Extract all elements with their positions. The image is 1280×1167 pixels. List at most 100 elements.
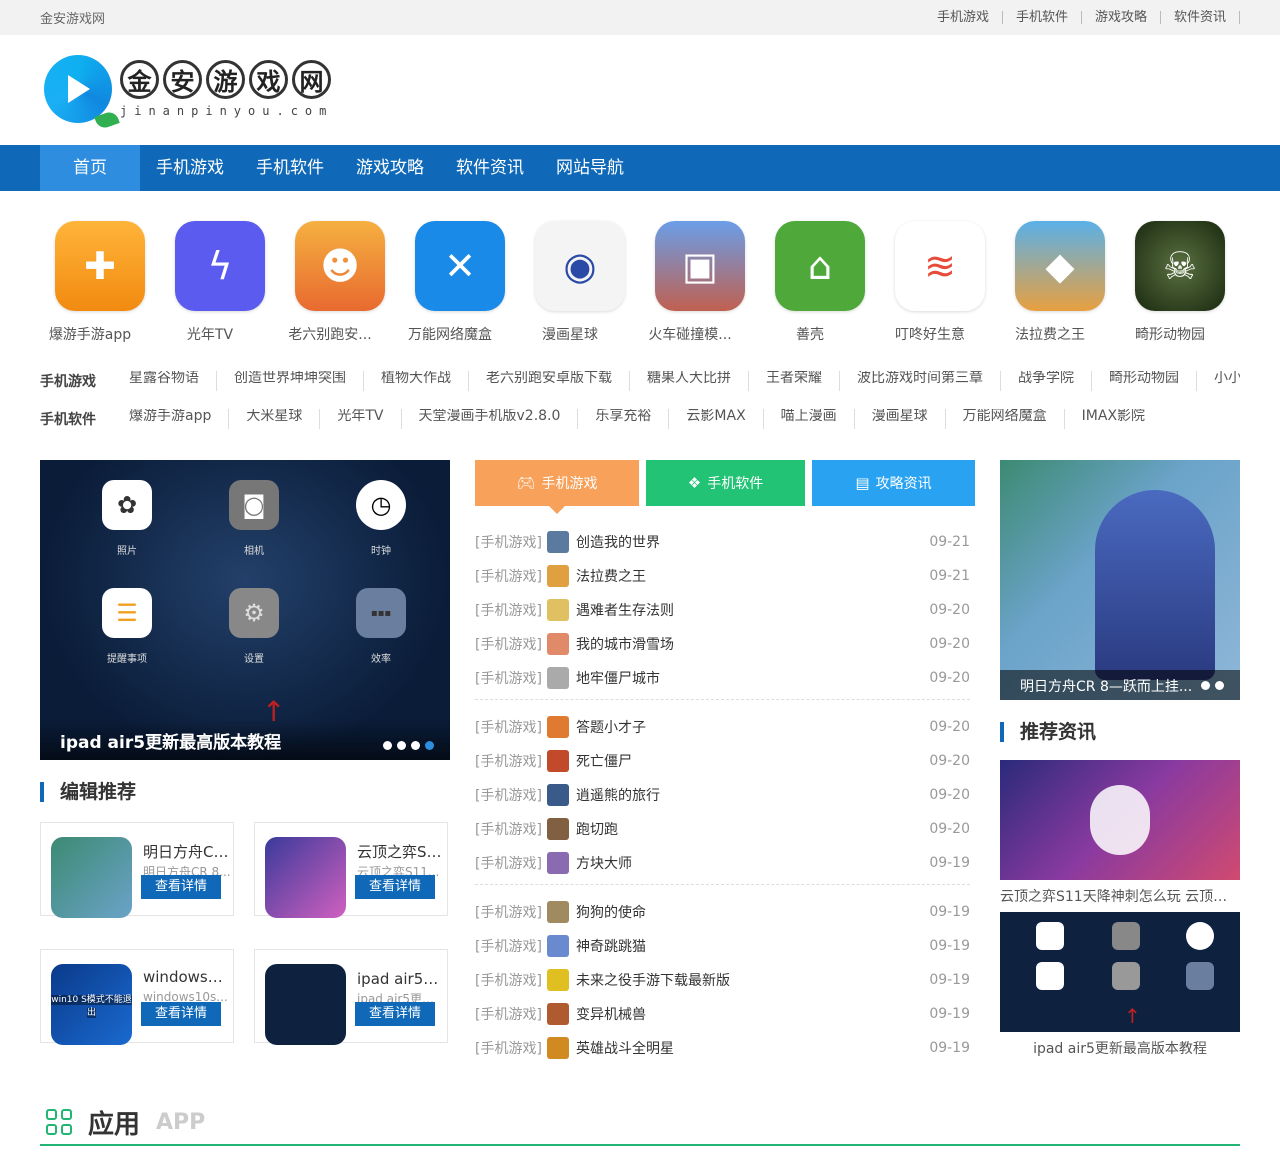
news-category[interactable]: [手机游戏] [475, 1038, 547, 1058]
news-title[interactable]: 死亡僵尸 [576, 751, 929, 771]
article-caption[interactable]: ipad air5更新最高版本教程 [1000, 1038, 1240, 1058]
tag-link[interactable]: 万能网络魔盒 [944, 409, 1064, 429]
tag-link[interactable]: 战争学院 [1000, 371, 1091, 391]
news-row[interactable]: [手机游戏] 跑切跑 09-20 [475, 812, 970, 846]
news-title[interactable]: 神奇跳跳猫 [576, 936, 929, 956]
editor-pick-card[interactable]: win10 S模式不能退出 windows10... windows10s...… [40, 949, 234, 1045]
news-title[interactable]: 我的城市滑雪场 [576, 634, 929, 654]
news-category[interactable]: [手机游戏] [475, 785, 547, 805]
news-row[interactable]: [手机游戏] 法拉费之王 09-21 [475, 559, 970, 593]
main-banner[interactable]: ✿ 照片 ◙ 相机 ◷ 时钟 ☰ 提醒事项 ⚙ 设置 ▪▪▪ 效率 ↑ ipad… [40, 460, 450, 760]
app-item[interactable]: ◉ 漫画星球 [520, 221, 640, 344]
news-row[interactable]: [手机游戏] 未来之役手游下载最新版 09-19 [475, 963, 970, 997]
news-title[interactable]: 遇难者生存法则 [576, 600, 929, 620]
news-row[interactable]: [手机游戏] 死亡僵尸 09-20 [475, 744, 970, 778]
article-image[interactable]: ↑ [1000, 912, 1240, 1032]
news-category[interactable]: [手机游戏] [475, 853, 547, 873]
app-item[interactable]: ☠ 畸形动物园 [1120, 221, 1240, 344]
news-category[interactable]: [手机游戏] [475, 532, 547, 552]
news-row[interactable]: [手机游戏] 狗狗的使命 09-19 [475, 895, 970, 929]
top-link-software[interactable]: 手机软件 [1003, 11, 1082, 24]
news-title[interactable]: 狗狗的使命 [576, 902, 929, 922]
nav-mobile-games[interactable]: 手机游戏 [140, 145, 240, 191]
app-item[interactable]: ◆ 法拉费之王 [1000, 221, 1120, 344]
app-item[interactable]: ≋ 叮咚好生意 [880, 221, 1000, 344]
news-category[interactable]: [手机游戏] [475, 936, 547, 956]
news-category[interactable]: [手机游戏] [475, 970, 547, 990]
view-details-button[interactable]: 查看详情 [355, 875, 435, 899]
news-title[interactable]: 法拉费之王 [576, 566, 929, 586]
tag-link[interactable]: 云影MAX [668, 409, 762, 429]
tag-link[interactable]: 乐享充裕 [577, 409, 668, 429]
tag-link[interactable]: 星露谷物语 [112, 371, 216, 391]
nav-mobile-software[interactable]: 手机软件 [240, 145, 340, 191]
news-category[interactable]: [手机游戏] [475, 566, 547, 586]
tag-link[interactable]: 糖果人大比拼 [629, 371, 748, 391]
news-row[interactable]: [手机游戏] 神奇跳跳猫 09-19 [475, 929, 970, 963]
top-link-games[interactable]: 手机游戏 [924, 11, 1003, 24]
tag-link[interactable]: 喵上漫画 [762, 409, 854, 429]
news-category[interactable]: [手机游戏] [475, 902, 547, 922]
tab-mobile-games[interactable]: 🎮︎ 手机游戏 [475, 460, 639, 514]
news-category[interactable]: [手机游戏] [475, 668, 547, 688]
news-category[interactable]: [手机游戏] [475, 634, 547, 654]
news-title[interactable]: 答题小才子 [576, 717, 929, 737]
nav-game-guides[interactable]: 游戏攻略 [340, 145, 440, 191]
tag-link[interactable]: 小小 [1196, 371, 1240, 391]
side-banner[interactable]: 明日方舟CR 8—跃而上挂... [1000, 460, 1240, 700]
tag-link[interactable]: 创造世界坤坤突围 [216, 371, 363, 391]
editor-pick-card[interactable]: 云顶之弈S1... 云顶之弈S11... 查看详情 [254, 822, 448, 918]
tag-link[interactable]: 漫画星球 [853, 409, 945, 429]
top-link-guides[interactable]: 游戏攻略 [1082, 11, 1161, 24]
news-row[interactable]: [手机游戏] 逍遥熊的旅行 09-20 [475, 778, 970, 812]
news-title[interactable]: 变异机械兽 [576, 1004, 929, 1024]
news-title[interactable]: 方块大师 [576, 853, 929, 873]
news-row[interactable]: [手机游戏] 变异机械兽 09-19 [475, 997, 970, 1031]
news-category[interactable]: [手机游戏] [475, 600, 547, 620]
news-row[interactable]: [手机游戏] 创造我的世界 09-21 [475, 525, 970, 559]
news-title[interactable]: 逍遥熊的旅行 [576, 785, 929, 805]
nav-site-directory[interactable]: 网站导航 [540, 145, 640, 191]
article-image[interactable] [1000, 760, 1240, 880]
news-category[interactable]: [手机游戏] [475, 751, 547, 771]
tag-link[interactable]: 光年TV [319, 409, 400, 429]
tag-link[interactable]: 畸形动物园 [1091, 371, 1196, 391]
tag-link[interactable]: 天堂漫画手机版v2.8.0 [400, 409, 578, 429]
view-details-button[interactable]: 查看详情 [141, 875, 221, 899]
news-row[interactable]: [手机游戏] 答题小才子 09-20 [475, 710, 970, 744]
view-details-button[interactable]: 查看详情 [141, 1002, 221, 1026]
editor-pick-card[interactable]: ipad air5更... ipad air5更新... 查看详情 [254, 949, 448, 1045]
news-row[interactable]: [手机游戏] 我的城市滑雪场 09-20 [475, 627, 970, 661]
news-category[interactable]: [手机游戏] [475, 1004, 547, 1024]
nav-software-news[interactable]: 软件资讯 [440, 145, 540, 191]
news-row[interactable]: [手机游戏] 方块大师 09-19 [475, 846, 970, 880]
site-logo[interactable]: 金 安 游 戏 网 jinanpinyou.com [44, 55, 333, 131]
news-title[interactable]: 创造我的世界 [576, 532, 929, 552]
tag-link[interactable]: 波比游戏时间第三章 [839, 371, 1000, 391]
tag-link[interactable]: 植物大作战 [363, 371, 468, 391]
app-item[interactable]: ⌂ 善壳 [760, 221, 880, 344]
nav-home[interactable]: 首页 [40, 145, 140, 191]
news-row[interactable]: [手机游戏] 地牢僵尸城市 09-20 [475, 661, 970, 695]
app-item[interactable]: ϟ 光年TV [160, 221, 280, 344]
news-title[interactable]: 未来之役手游下载最新版 [576, 970, 929, 990]
app-item[interactable]: ✕ 万能网络魔盒 [400, 221, 520, 344]
top-link-news[interactable]: 软件资讯 [1161, 11, 1240, 24]
news-category[interactable]: [手机游戏] [475, 717, 547, 737]
tab-mobile-software[interactable]: ❖ 手机软件 [646, 460, 805, 506]
tab-guides-news[interactable]: ▤ 攻略资讯 [812, 460, 975, 506]
editor-pick-card[interactable]: 明日方舟CR... 明日方舟CR 8... 查看详情 [40, 822, 234, 918]
app-item[interactable]: ☻ 老六别跑安... [280, 221, 400, 344]
news-title[interactable]: 地牢僵尸城市 [576, 668, 929, 688]
tag-link[interactable]: 大米星球 [228, 409, 319, 429]
news-row[interactable]: [手机游戏] 遇难者生存法则 09-20 [475, 593, 970, 627]
tag-link[interactable]: 爆游手游app [112, 409, 228, 429]
tag-link[interactable]: 王者荣耀 [748, 371, 839, 391]
news-title[interactable]: 跑切跑 [576, 819, 929, 839]
app-item[interactable]: ▣ 火车碰撞模... [640, 221, 760, 344]
tag-link[interactable]: IMAX影院 [1063, 409, 1162, 429]
news-title[interactable]: 英雄战斗全明星 [576, 1038, 929, 1058]
tag-link[interactable]: 老六别跑安卓版下载 [468, 371, 629, 391]
article-caption[interactable]: 云顶之弈S11天降神刺怎么玩 云顶之... [1000, 886, 1240, 906]
carousel-dots[interactable] [1201, 681, 1224, 690]
